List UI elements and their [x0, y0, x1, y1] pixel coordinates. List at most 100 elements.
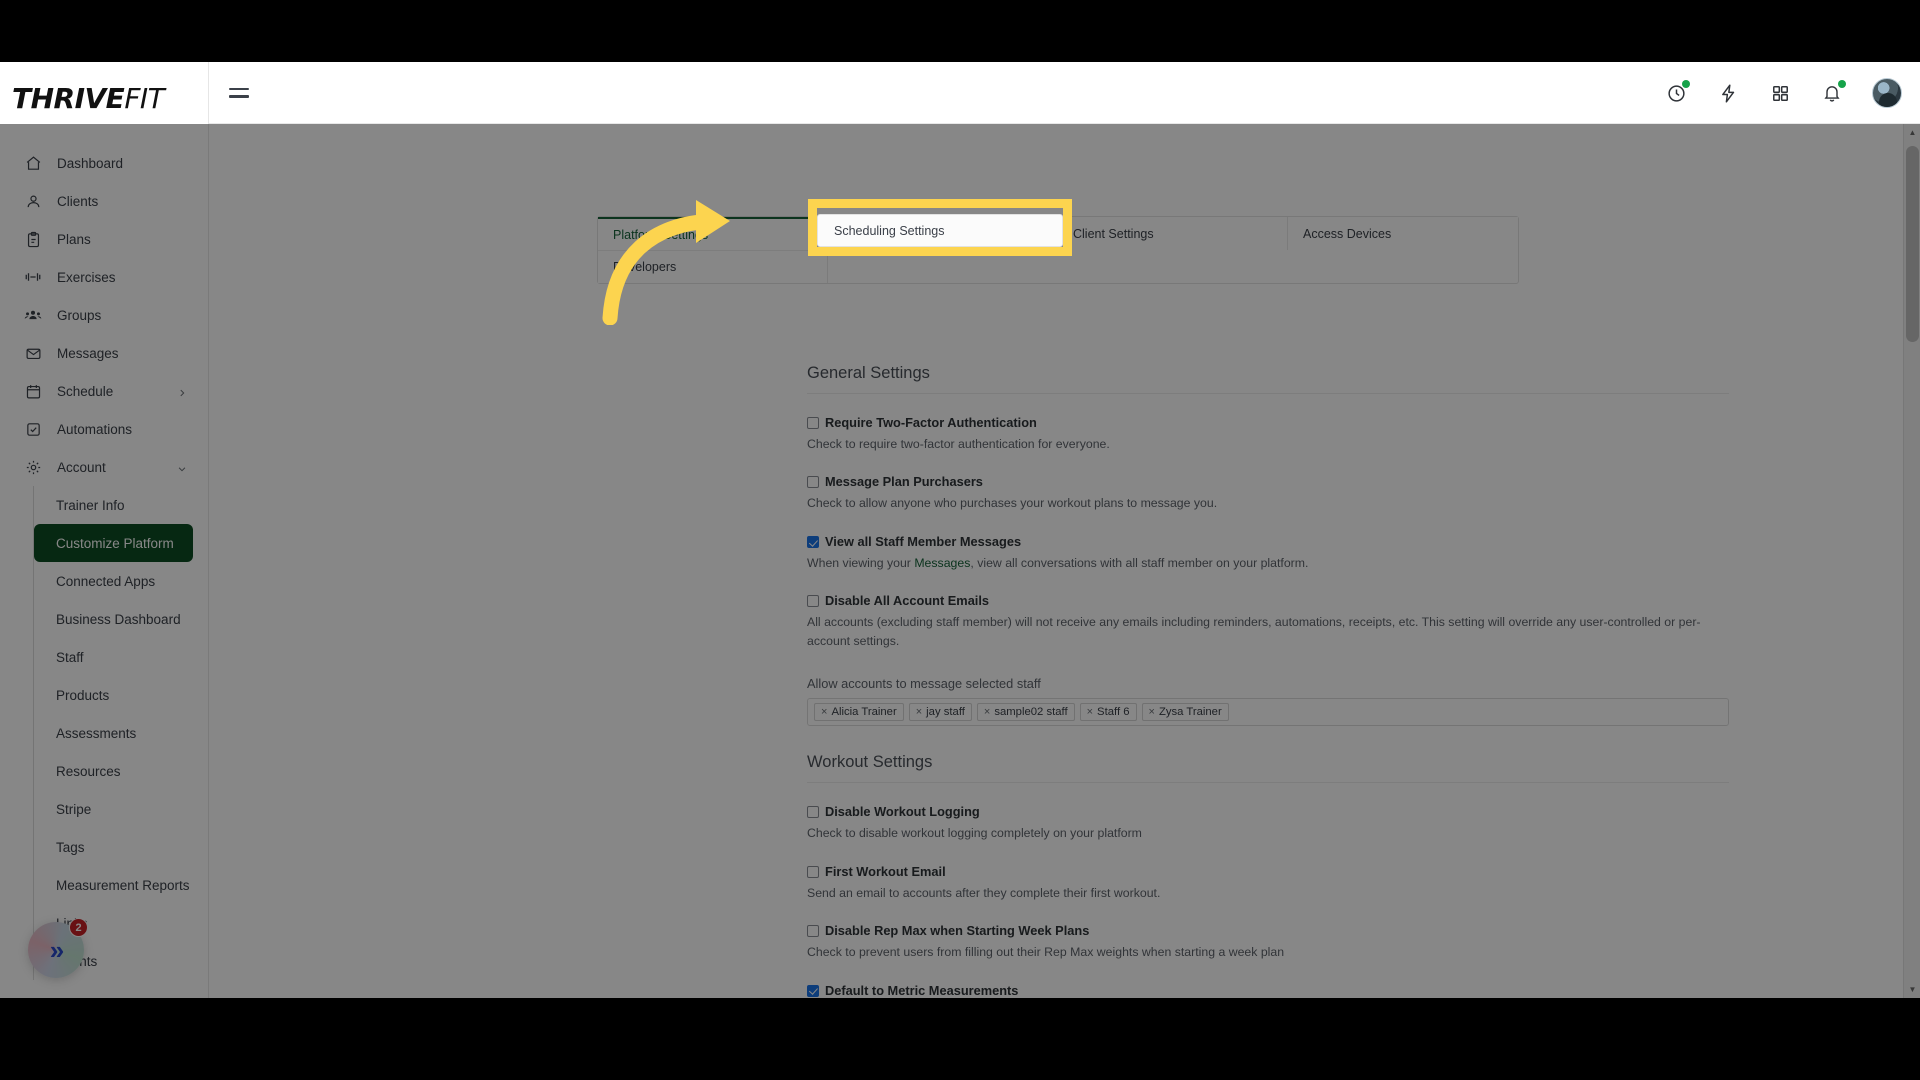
- apps-grid-icon[interactable]: [1768, 81, 1792, 105]
- option-label: Message Plan Purchasers: [825, 474, 983, 490]
- top-bar: [209, 62, 1920, 124]
- submenu-label: Staff: [56, 649, 84, 665]
- submenu-label: Resources: [56, 763, 121, 779]
- status-dot: [1682, 80, 1690, 88]
- checkbox-disable-rep-max[interactable]: [807, 925, 819, 938]
- highlighted-tab-scheduling-settings[interactable]: Scheduling Settings: [817, 214, 1063, 247]
- remove-tag-icon[interactable]: ×: [916, 706, 922, 718]
- remove-tag-icon[interactable]: ×: [1149, 706, 1155, 718]
- section-title: Workout Settings: [807, 753, 933, 772]
- brand-name-thin: FIT: [124, 81, 165, 115]
- checkbox-require-two-factor-authentication[interactable]: [807, 417, 819, 429]
- support-chat-launcher[interactable]: » 2: [28, 918, 88, 978]
- submenu-item-measurement-reports[interactable]: Measurement Reports: [34, 866, 209, 904]
- option-label: Default to Metric Measurements: [825, 982, 1019, 998]
- sidebar-nav: Dashboard Clients Plans Exercises Groups…: [0, 144, 209, 980]
- submenu-item-tags[interactable]: Tags: [34, 828, 209, 866]
- option-default-to-metric: Default to Metric Measurements Check to …: [807, 983, 1729, 999]
- staff-multiselect[interactable]: × Alicia Trainer × jay staff × sample02 sta…: [807, 698, 1729, 727]
- desc-post: , view all conversations with all staff …: [970, 555, 1309, 570]
- scroll-up-arrow-icon[interactable]: ▲: [1904, 124, 1920, 141]
- avatar[interactable]: [1872, 78, 1902, 108]
- option-label: Require Two-Factor Authentication: [825, 415, 1037, 430]
- tab-client-settings[interactable]: Client Settings: [1058, 217, 1288, 250]
- vertical-scrollbar[interactable]: ▲ ▼: [1903, 124, 1920, 998]
- staff-tag[interactable]: × sample02 staff: [976, 703, 1075, 722]
- chevron-right-icon: [177, 386, 187, 397]
- checkbox-disable-workout-logging[interactable]: [807, 806, 819, 819]
- staff-tag[interactable]: × Alicia Trainer: [814, 703, 904, 722]
- sidebar-label: Groups: [57, 307, 102, 323]
- submenu-item-customize-platform[interactable]: Customize Platform: [34, 524, 193, 562]
- calendar-icon: [22, 380, 44, 402]
- submenu-item-products[interactable]: Products: [34, 676, 209, 714]
- checkbox-message-plan-purchasers[interactable]: [807, 476, 819, 489]
- section-general-settings: General Settings Require Two-Factor Auth…: [807, 364, 1729, 727]
- submenu-label: Customize Platform: [56, 535, 174, 551]
- submenu-item-stripe[interactable]: Stripe: [34, 790, 209, 828]
- staff-tag[interactable]: × Staff 6: [1079, 703, 1137, 722]
- chat-logo-icon: »: [49, 934, 65, 965]
- hamburger-icon[interactable]: [229, 83, 255, 103]
- tab-developers[interactable]: Developers: [598, 250, 828, 283]
- group-people-icon: [22, 304, 44, 326]
- sidebar-item-messages[interactable]: Messages: [0, 334, 209, 372]
- remove-tag-icon[interactable]: ×: [984, 706, 990, 718]
- divider: [807, 393, 1729, 394]
- notification-bell-icon[interactable]: [1820, 80, 1846, 105]
- lightning-bolt-icon[interactable]: [1716, 81, 1740, 105]
- option-label: First Workout Email: [825, 863, 946, 879]
- submenu-item-connected-apps[interactable]: Connected Apps: [34, 562, 209, 600]
- messages-link[interactable]: Messages: [914, 556, 970, 570]
- checkbox-disable-all-account-emails[interactable]: [807, 595, 819, 608]
- sidebar-item-account[interactable]: Account: [0, 448, 209, 486]
- sidebar-label: Schedule: [57, 383, 114, 399]
- checkbox-default-to-metric[interactable]: [807, 984, 819, 997]
- submenu-label: Business Dashboard: [56, 611, 181, 627]
- tab-access-devices[interactable]: Access Devices: [1288, 217, 1518, 250]
- sidebar-label: Account: [57, 459, 106, 475]
- activity-clock-icon[interactable]: [1664, 80, 1690, 105]
- sidebar-item-plans[interactable]: Plans: [0, 220, 209, 258]
- submenu-item-staff[interactable]: Staff: [34, 638, 209, 676]
- staff-field-label: Allow accounts to message selected staff: [807, 676, 1041, 692]
- tooltip-label: Scheduling Settings: [834, 223, 945, 238]
- option-label: View all Staff Member Messages: [825, 533, 1022, 549]
- option-label: Disable Workout Logging: [825, 804, 980, 820]
- scrollbar-thumb[interactable]: [1906, 146, 1919, 342]
- staff-tag[interactable]: × jay staff: [908, 703, 972, 722]
- sidebar-item-groups[interactable]: Groups: [0, 296, 209, 334]
- sidebar-item-clients[interactable]: Clients: [0, 182, 209, 220]
- submenu-label: Stripe: [56, 801, 92, 817]
- submenu-label: Tags: [56, 839, 85, 855]
- option-disable-rep-max: Disable Rep Max when Starting Week Plans…: [807, 923, 1729, 961]
- checkbox-view-all-staff-member-messages[interactable]: [807, 535, 819, 548]
- submenu-label: Assessments: [56, 725, 137, 741]
- submenu-item-trainer-info[interactable]: Trainer Info: [34, 486, 209, 524]
- tab-label: Developers: [613, 260, 677, 274]
- submenu-item-business-dashboard[interactable]: Business Dashboard: [34, 600, 209, 638]
- remove-tag-icon[interactable]: ×: [1087, 706, 1093, 718]
- sidebar-label: Dashboard: [57, 155, 124, 171]
- settings-panel: General Settings Require Two-Factor Auth…: [807, 364, 1729, 998]
- dumbbell-icon: [22, 266, 44, 288]
- submenu-item-assessments[interactable]: Assessments: [34, 714, 209, 752]
- submenu-label: Measurement Reports: [56, 877, 190, 893]
- sidebar-item-exercises[interactable]: Exercises: [0, 258, 209, 296]
- option-disable-workout-logging: Disable Workout Logging Check to disable…: [807, 804, 1729, 842]
- top-bar-actions: [1664, 62, 1902, 124]
- sidebar-item-automations[interactable]: Automations: [0, 410, 209, 448]
- option-description: When viewing your Messages, view all con…: [807, 554, 1727, 572]
- option-require-two-factor-authentication: Require Two-Factor Authentication Check …: [807, 415, 1729, 453]
- tab-platform-settings[interactable]: Platform Settings: [598, 217, 828, 250]
- divider: [807, 782, 1729, 784]
- sidebar-item-dashboard[interactable]: Dashboard: [0, 144, 209, 182]
- scroll-down-arrow-icon[interactable]: ▼: [1904, 981, 1920, 998]
- staff-tag[interactable]: × Zysa Trainer: [1141, 703, 1229, 722]
- submenu-item-resources[interactable]: Resources: [34, 752, 209, 790]
- checkbox-first-workout-email[interactable]: [807, 865, 819, 878]
- chat-unread-badge: 2: [69, 918, 88, 937]
- remove-tag-icon[interactable]: ×: [821, 706, 827, 718]
- gear-icon: [22, 456, 44, 478]
- sidebar-item-schedule[interactable]: Schedule: [0, 372, 209, 410]
